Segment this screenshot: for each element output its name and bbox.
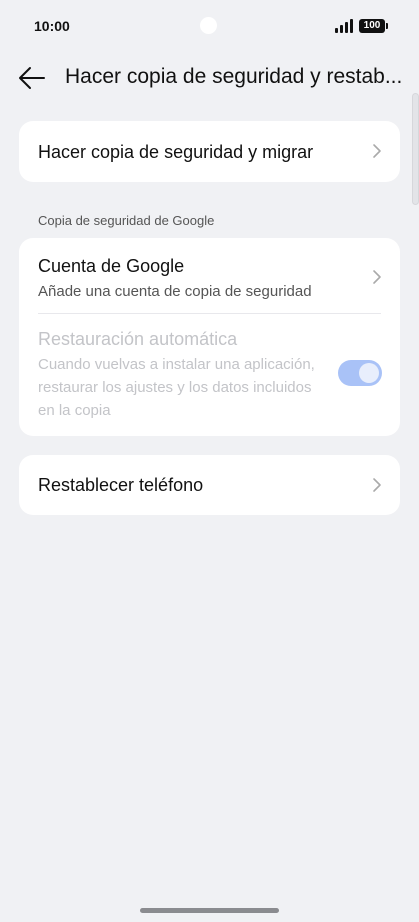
chevron-right-icon (373, 478, 381, 492)
signal-icon (335, 19, 355, 33)
google-account-title: Cuenta de Google (38, 256, 185, 276)
auto-restore-title: Restauración automática (38, 329, 238, 349)
camera-cutout (200, 17, 217, 34)
home-indicator[interactable] (140, 908, 279, 913)
backup-migrate-card[interactable]: Hacer copia de seguridad y migrar (19, 121, 400, 182)
battery-level: 100 (363, 20, 381, 31)
auto-restore-description: Cuando vuelvas a instalar una aplicación… (38, 356, 315, 419)
battery-icon: 100 (359, 19, 388, 33)
reset-phone-label: Restablecer teléfono (38, 475, 204, 495)
status-time: 10:00 (34, 18, 70, 34)
google-account-row[interactable]: Cuenta de Google Añade una cuenta de cop… (19, 238, 400, 312)
page-title: Hacer copia de seguridad y restab... (65, 65, 403, 88)
auto-restore-row: Restauración automática Cuando vuelvas a… (19, 314, 400, 436)
google-account-subtitle: Añade una cuenta de copia de seguridad (38, 283, 312, 300)
backup-migrate-label: Hacer copia de seguridad y migrar (38, 142, 314, 162)
scrollbar[interactable] (412, 93, 419, 205)
toggle-knob (359, 363, 379, 383)
app-bar: Hacer copia de seguridad y restab... (0, 52, 419, 104)
reset-phone-card[interactable]: Restablecer teléfono (19, 455, 400, 515)
arrow-left-icon[interactable] (18, 64, 46, 92)
status-bar: 10:00 100 (0, 0, 419, 52)
chevron-right-icon (373, 270, 381, 284)
auto-restore-toggle[interactable] (338, 360, 382, 386)
chevron-right-icon (373, 144, 381, 158)
google-backup-card: Cuenta de Google Añade una cuenta de cop… (19, 238, 400, 436)
google-backup-section-header: Copia de seguridad de Google (38, 213, 215, 228)
